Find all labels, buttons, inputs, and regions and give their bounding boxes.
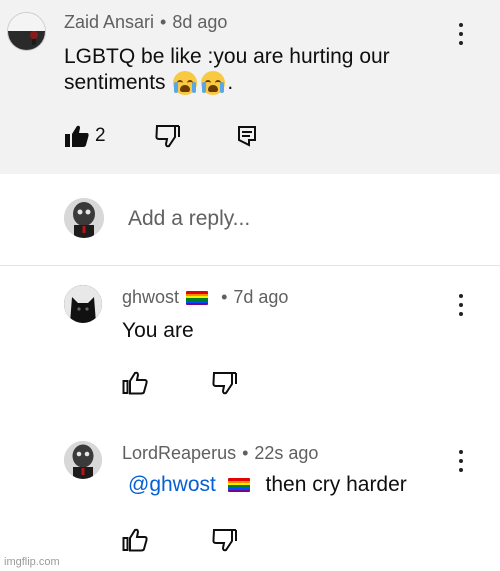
comment-author[interactable]: Zaid Ansari [64,12,154,32]
reply-avatar[interactable] [64,441,102,479]
like-count: 2 [95,125,106,146]
reply-meta: LordReaperus • 22s ago [122,443,318,464]
comment-text-line1: LGBTQ be like :you are hurting our [64,45,390,68]
separator-dot: • [221,287,228,307]
rainbow-flag-icon [227,478,250,493]
thumbs-down-icon[interactable] [212,371,238,395]
separator-dot: • [160,12,167,32]
rainbow-flag-icon [186,291,209,306]
reply-menu-button[interactable] [458,294,464,316]
thumbs-up-icon[interactable] [122,371,148,395]
parent-comment: Zaid Ansari • 8d ago LGBTQ be like :you ar… [0,0,500,174]
reply-avatar[interactable] [64,285,102,323]
comment-meta: Zaid Ansari • 8d ago [64,12,227,33]
reply-author[interactable]: ghwost [122,287,179,307]
thumbs-down-icon[interactable] [155,124,181,148]
loudly-crying-face-icon [173,71,198,96]
comment-age[interactable]: 8d ago [172,12,227,32]
reply-meta: ghwost • 7d ago [122,287,288,308]
loudly-crying-face-icon [201,71,226,96]
user-mention-link[interactable]: @ghwost [128,473,216,496]
divider [0,265,500,266]
thumbs-up-icon[interactable] [122,528,148,552]
reply-menu-button[interactable] [458,450,464,472]
reply-text: @ghwost then cry harder [128,472,407,498]
reply-author[interactable]: LordReaperus [122,443,236,463]
watermark: imgflip.com [4,556,60,568]
comment-text-end: . [227,71,234,94]
current-user-avatar[interactable] [64,198,104,238]
comment-menu-button[interactable] [458,23,464,45]
reply-age[interactable]: 7d ago [233,287,288,307]
reply-age[interactable]: 22s ago [254,443,318,463]
character-avatar-icon [64,198,104,238]
comment-text: LGBTQ be like :you are hurting our senti… [64,44,444,96]
reply-icon[interactable] [237,125,257,147]
comment-text-line2-wrap: sentiments . [64,70,444,96]
avatar-image-icon [8,13,45,50]
comment-text-line2: sentiments [64,71,166,94]
avatar[interactable] [7,12,46,51]
cat-avatar-icon [64,285,102,323]
thumbs-down-icon[interactable] [212,528,238,552]
character-avatar-icon [64,441,102,479]
separator-dot: • [242,443,249,463]
add-reply-input[interactable]: Add a reply... [128,207,250,231]
reply-text-content: then cry harder [265,473,407,496]
thumbs-up-filled-icon[interactable] [64,124,90,148]
reply-text: You are [122,319,194,342]
